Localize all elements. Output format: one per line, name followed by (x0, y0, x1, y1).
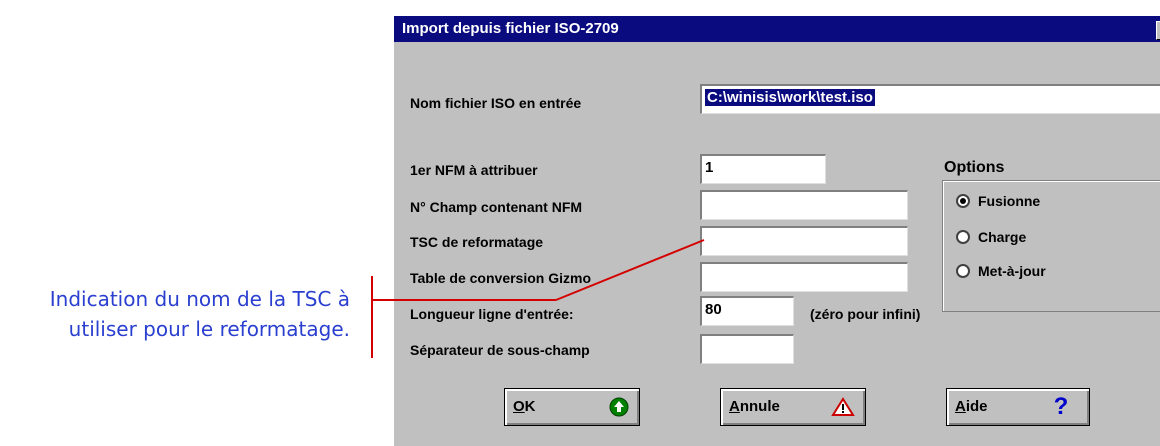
line-length-hint: (zéro pour infini) (810, 306, 921, 322)
gizmo-label: Table de conversion Gizmo (410, 270, 592, 286)
ok-label-rest: K (524, 398, 536, 415)
cancel-mnemonic: A (729, 398, 740, 415)
green-up-arrow-icon (609, 397, 629, 417)
field-mfn-input[interactable] (700, 190, 908, 220)
question-mark-icon: ? (1054, 393, 1069, 419)
first-mfn-input[interactable]: 1 (700, 154, 826, 184)
cancel-label-rest: nnule (739, 398, 780, 415)
help-mnemonic: A (955, 398, 966, 415)
option-met-a-jour-label: Met-à-jour (978, 263, 1046, 279)
ok-button[interactable]: OK (504, 388, 640, 426)
iso-file-input[interactable]: C:\winisis\work\test.iso (700, 84, 1160, 114)
warning-triangle-icon (831, 397, 855, 416)
first-mfn-label: 1er NFM à attribuer (410, 162, 538, 178)
import-iso-dialog: Import depuis fichier ISO-2709 ✕ Nom fic… (392, 14, 1160, 446)
radio-charge[interactable] (956, 230, 970, 244)
annotation-line-2: utiliser pour le reformatage. (68, 317, 350, 341)
subfield-sep-label: Séparateur de sous-champ (410, 342, 590, 358)
dialog-titlebar[interactable]: Import depuis fichier ISO-2709 (394, 16, 1160, 42)
radio-fusionne[interactable] (956, 194, 970, 208)
line-length-label: Longueur ligne d'entrée: (410, 306, 574, 322)
annotation-line-1: Indication du nom de la TSC à (49, 287, 350, 311)
field-mfn-label: N° Champ contenant NFM (410, 199, 583, 215)
cancel-button[interactable]: Annule (720, 388, 866, 426)
radio-met-a-jour[interactable] (956, 264, 970, 278)
help-label-rest: ide (965, 398, 988, 415)
iso-file-value: C:\winisis\work\test.iso (705, 89, 875, 106)
options-group (942, 180, 1160, 312)
iso-file-label: Nom fichier ISO en entrée (410, 95, 582, 111)
svg-text:?: ? (1054, 393, 1069, 419)
tsc-label: TSC de reformatage (410, 234, 544, 250)
tsc-input[interactable] (700, 226, 908, 256)
close-icon[interactable]: ✕ (1156, 21, 1160, 40)
options-title: Options (942, 157, 1007, 179)
option-fusionne-label: Fusionne (978, 193, 1041, 209)
option-charge-label: Charge (978, 229, 1027, 245)
ok-mnemonic: O (513, 398, 525, 415)
line-length-input[interactable]: 80 (700, 296, 794, 326)
help-button[interactable]: Aide ? (946, 388, 1090, 426)
dialog-title: Import depuis fichier ISO-2709 (402, 20, 619, 37)
gizmo-input[interactable] (700, 262, 908, 292)
subfield-sep-input[interactable] (700, 334, 794, 364)
